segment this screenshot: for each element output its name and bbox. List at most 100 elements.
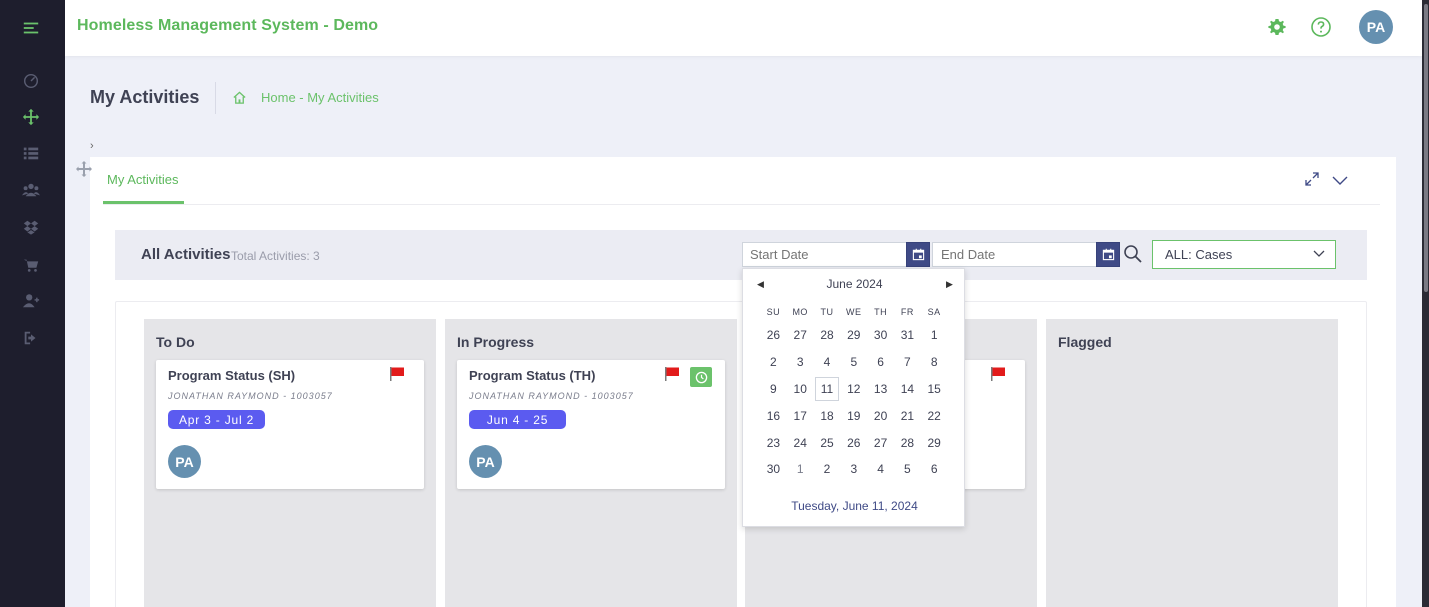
crosshair-move-icon[interactable] xyxy=(20,106,42,128)
calendar-day[interactable]: 26 xyxy=(760,322,787,349)
calendar-day[interactable]: 6 xyxy=(867,349,894,376)
calendar-day[interactable]: 3 xyxy=(787,349,814,376)
breadcrumb[interactable]: Home - My Activities xyxy=(261,90,379,105)
end-date-input[interactable] xyxy=(932,242,1098,267)
calendar-day[interactable]: 20 xyxy=(867,402,894,429)
calendar-day[interactable]: 23 xyxy=(760,429,787,456)
calendar-day[interactable]: 1 xyxy=(787,456,814,483)
calendar-day[interactable]: 18 xyxy=(814,402,841,429)
calendar-day[interactable]: 3 xyxy=(840,456,867,483)
calendar-day[interactable]: 30 xyxy=(867,322,894,349)
dropbox-icon[interactable] xyxy=(20,216,42,238)
add-user-icon[interactable] xyxy=(20,290,42,312)
calendar-day[interactable]: 27 xyxy=(867,429,894,456)
calendar-day[interactable]: 17 xyxy=(787,402,814,429)
page-scrollbar[interactable] xyxy=(1422,0,1429,607)
calendar-day[interactable]: 16 xyxy=(760,402,787,429)
weekday-header: SU MO TU WE TH FR SA xyxy=(760,307,948,317)
column-title: In Progress xyxy=(457,334,535,350)
calendar-day[interactable]: 28 xyxy=(814,322,841,349)
flag-icon[interactable] xyxy=(990,366,1006,382)
weekday-label: MO xyxy=(792,307,808,317)
sign-out-icon[interactable] xyxy=(20,327,42,349)
calendar-day[interactable]: 4 xyxy=(814,349,841,376)
calendar-day[interactable]: 9 xyxy=(760,376,787,403)
home-icon[interactable] xyxy=(232,90,247,105)
clock-icon[interactable] xyxy=(690,367,712,387)
calendar-day[interactable]: 1 xyxy=(921,322,948,349)
date-picker-month[interactable]: June 2024 xyxy=(743,277,966,291)
app-title: Homeless Management System - Demo xyxy=(77,17,379,34)
calendar-week: 30 1 2 3 4 5 6 xyxy=(760,456,948,483)
page-title: My Activities xyxy=(90,87,200,107)
calendar-day[interactable]: 15 xyxy=(921,376,948,403)
activities-total: Total Activities: 3 xyxy=(231,249,320,263)
start-date-input[interactable] xyxy=(742,242,908,267)
calendar-day[interactable]: 22 xyxy=(921,402,948,429)
calendar-day[interactable]: 21 xyxy=(894,402,921,429)
menu-icon[interactable] xyxy=(20,17,42,39)
chevron-right-icon[interactable]: › xyxy=(90,140,94,152)
calendar-day[interactable]: 25 xyxy=(814,429,841,456)
activity-title: Program Status (TH) xyxy=(469,368,596,383)
activity-title: Program Status (SH) xyxy=(168,368,296,383)
case-filter-value: ALL: Cases xyxy=(1165,247,1233,262)
top-header: Homeless Management System - Demo PA xyxy=(65,0,1422,56)
move-handle-icon[interactable] xyxy=(75,160,93,178)
calendar-day[interactable]: 28 xyxy=(894,429,921,456)
calendar-week: 2 3 4 5 6 7 8 xyxy=(760,349,948,376)
calendar-day[interactable]: 24 xyxy=(787,429,814,456)
gear-icon[interactable] xyxy=(1267,17,1287,37)
case-filter-select[interactable]: ALL: Cases xyxy=(1152,240,1336,269)
activity-card[interactable]: Program Status (TH) JONATHAN RAYMOND - 1… xyxy=(457,360,725,489)
sidebar xyxy=(0,0,65,607)
calendar-day[interactable]: 29 xyxy=(840,322,867,349)
calendar-day[interactable]: 31 xyxy=(894,322,921,349)
activity-card[interactable]: Program Status (SH) JONATHAN RAYMOND - 1… xyxy=(156,360,424,489)
weekday-label: WE xyxy=(846,307,862,317)
calendar-day[interactable]: 7 xyxy=(894,349,921,376)
cart-icon[interactable] xyxy=(20,254,42,276)
calendar-day[interactable]: 29 xyxy=(921,429,948,456)
calendar-day[interactable]: 27 xyxy=(787,322,814,349)
flag-icon[interactable] xyxy=(664,366,680,382)
calendar-day[interactable]: 5 xyxy=(894,456,921,483)
today-button[interactable]: Tuesday, June 11, 2024 xyxy=(743,499,966,513)
list-icon[interactable] xyxy=(20,142,42,164)
weekday-label: SU xyxy=(766,307,781,317)
calendar-day[interactable]: 26 xyxy=(840,429,867,456)
calendar-day[interactable]: 14 xyxy=(894,376,921,403)
tab-my-activities[interactable]: My Activities xyxy=(107,172,179,187)
calendar-day[interactable]: 12 xyxy=(840,376,867,403)
chevron-down-icon[interactable] xyxy=(1331,174,1349,186)
calendar-day[interactable]: 2 xyxy=(814,456,841,483)
chevron-down-icon xyxy=(1313,250,1325,257)
calendar-day[interactable]: 13 xyxy=(867,376,894,403)
calendar-grid: SU MO TU WE TH FR SA 26 27 28 29 30 31 1… xyxy=(760,307,948,483)
end-date-calendar-button[interactable] xyxy=(1096,242,1120,267)
users-group-icon[interactable] xyxy=(20,179,42,201)
calendar-day[interactable]: 30 xyxy=(760,456,787,483)
dashboard-icon[interactable] xyxy=(20,70,42,92)
calendar-day[interactable]: 10 xyxy=(787,376,814,403)
activity-client: JONATHAN RAYMOND - 1003057 xyxy=(168,391,333,401)
calendar-day[interactable]: 4 xyxy=(867,456,894,483)
weekday-label: TH xyxy=(874,307,888,317)
next-month-button[interactable]: ▶ xyxy=(946,279,953,290)
subheader-divider xyxy=(215,82,216,114)
calendar-day-today[interactable]: 11 xyxy=(814,376,841,403)
column-flagged xyxy=(1046,319,1338,607)
search-icon[interactable] xyxy=(1123,244,1143,264)
expand-icon[interactable] xyxy=(1305,172,1319,186)
user-avatar[interactable]: PA xyxy=(1359,10,1393,44)
start-date-calendar-button[interactable] xyxy=(906,242,930,267)
flag-icon[interactable] xyxy=(389,366,405,382)
calendar-day[interactable]: 19 xyxy=(840,402,867,429)
calendar-day[interactable]: 2 xyxy=(760,349,787,376)
calendar-day[interactable]: 6 xyxy=(921,456,948,483)
help-icon[interactable] xyxy=(1310,16,1332,38)
calendar-day[interactable]: 8 xyxy=(921,349,948,376)
calendar-week: 26 27 28 29 30 31 1 xyxy=(760,322,948,349)
calendar-day[interactable]: 5 xyxy=(840,349,867,376)
scrollbar-thumb[interactable] xyxy=(1424,4,1428,292)
